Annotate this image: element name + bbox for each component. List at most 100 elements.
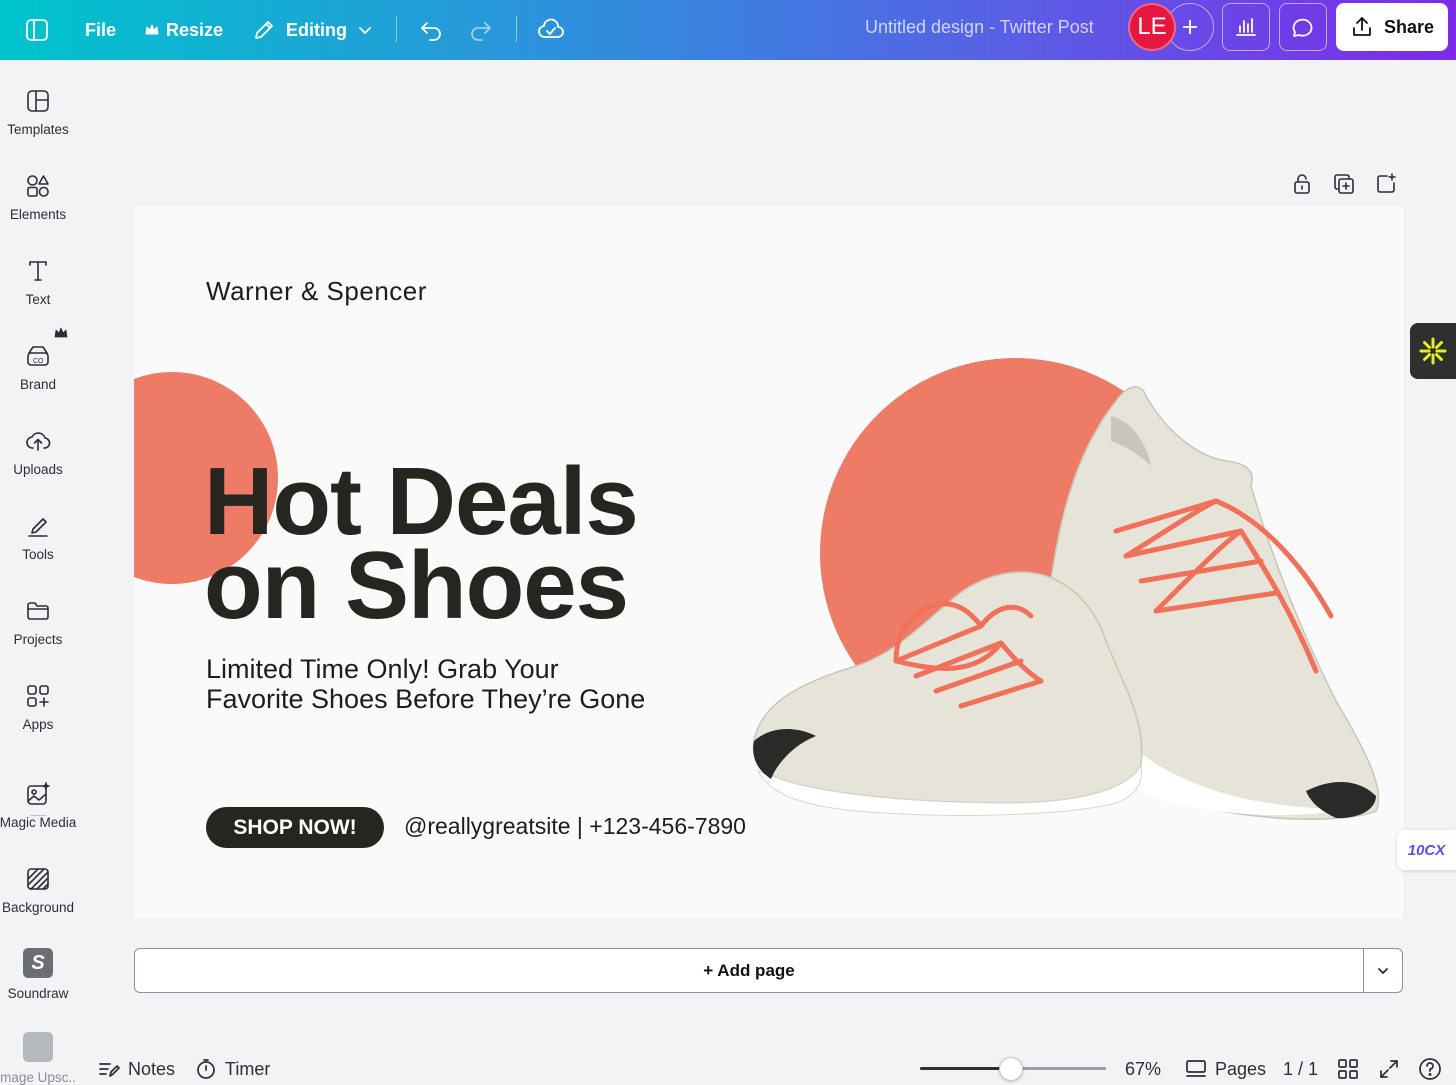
insights-button[interactable] xyxy=(1222,3,1270,51)
sidebar-item-text[interactable]: Text xyxy=(0,258,76,307)
sidebar-item-label: Uploads xyxy=(13,462,63,477)
sidebar-item-brand[interactable]: CO Brand xyxy=(0,327,76,392)
shop-now-button[interactable]: SHOP NOW! xyxy=(206,807,384,848)
assistant-widget[interactable] xyxy=(1410,323,1456,379)
resize-button[interactable]: Resize xyxy=(144,0,223,60)
redo-icon xyxy=(471,22,491,41)
duplicate-page-icon[interactable] xyxy=(1332,172,1356,196)
plus-icon xyxy=(1183,20,1197,34)
subline-text[interactable]: Limited Time Only! Grab Your Favorite Sh… xyxy=(206,654,646,714)
uploads-icon xyxy=(26,432,51,451)
sidebar-item-label: Tools xyxy=(22,547,54,562)
redo-button[interactable] xyxy=(468,0,494,60)
sidebar-item-label: Brand xyxy=(19,377,57,392)
crown-icon xyxy=(54,327,68,338)
share-button[interactable]: Share xyxy=(1336,3,1448,51)
add-page-button[interactable]: + Add page xyxy=(134,948,1364,993)
sidebar-item-uploads[interactable]: Uploads xyxy=(0,428,76,477)
sidebar-item-templates[interactable]: Templates xyxy=(0,88,76,137)
page-toolbar xyxy=(1290,172,1398,196)
extension-widget[interactable]: 10CX xyxy=(1397,830,1456,870)
sidebar-item-label: Soundraw xyxy=(7,986,69,1001)
document-title[interactable]: Untitled design - Twitter Post xyxy=(865,17,1094,38)
contact-text[interactable]: @reallygreatsite | +123-456-7890 xyxy=(404,813,746,840)
sidebar-item-label: Elements xyxy=(9,207,67,222)
notes-icon xyxy=(99,1063,120,1077)
cloud-check-icon xyxy=(538,18,564,38)
sidebar-item-projects[interactable]: Projects xyxy=(0,598,76,647)
grid-view-icon xyxy=(1338,1059,1358,1079)
notes-label: Notes xyxy=(128,1058,176,1079)
top-toolbar: File Resize Editing Untitled design - Tw… xyxy=(0,0,1456,60)
sidebar-item-soundraw[interactable]: S Soundraw xyxy=(0,948,76,1001)
grid-view-button[interactable] xyxy=(1337,1057,1359,1081)
magic-media-icon xyxy=(27,781,51,805)
sidebar-item-image-upscaler[interactable]: Image Upsc... xyxy=(0,1032,76,1085)
timer-label: Timer xyxy=(225,1058,271,1079)
sparkle-icon xyxy=(1419,337,1447,365)
sneakers-image[interactable] xyxy=(746,371,1396,841)
sidebar-item-label: Image Upsc... xyxy=(0,1070,76,1085)
pages-label: Pages xyxy=(1215,1058,1267,1079)
undo-button[interactable] xyxy=(418,0,444,60)
image-upscaler-icon xyxy=(23,1032,53,1062)
sidebar-item-label: Projects xyxy=(13,632,63,647)
editing-mode-dropdown[interactable]: Editing xyxy=(252,0,373,60)
editing-label: Editing xyxy=(286,19,347,40)
zoom-slider-thumb[interactable] xyxy=(999,1057,1024,1081)
elements-icon xyxy=(27,175,49,197)
cloud-save-status[interactable] xyxy=(537,0,565,60)
crown-icon xyxy=(145,24,159,35)
timer-button[interactable]: Timer xyxy=(195,1057,270,1081)
chevron-down-icon xyxy=(359,27,371,34)
templates-icon xyxy=(27,90,49,112)
text-icon xyxy=(29,261,47,281)
pages-icon xyxy=(1186,1060,1206,1077)
brand-name-text[interactable]: Warner & Spencer xyxy=(206,276,427,307)
zoom-level[interactable]: 67% xyxy=(1125,1057,1161,1081)
left-sidebar: Templates Elements Text CO Brand Uploads… xyxy=(0,60,76,1085)
help-button[interactable] xyxy=(1418,1057,1442,1081)
comments-button[interactable] xyxy=(1279,3,1327,51)
add-page-icon[interactable] xyxy=(1374,172,1398,196)
page-count: 1 / 1 xyxy=(1283,1058,1319,1079)
sidebar-item-label: Apps xyxy=(22,717,54,732)
share-label: Share xyxy=(1383,16,1435,37)
front-shoe xyxy=(752,571,1143,816)
sidebar-item-elements[interactable]: Elements xyxy=(0,173,76,222)
sidebar-item-label: Magic Media xyxy=(0,815,77,830)
resize-label: Resize xyxy=(166,19,224,40)
tools-icon xyxy=(28,518,48,537)
sidebar-item-background[interactable]: Background xyxy=(0,866,76,915)
lock-icon[interactable] xyxy=(1290,172,1314,196)
sidebar-item-apps[interactable]: Apps xyxy=(0,683,76,732)
sidebar-item-tools[interactable]: Tools xyxy=(0,513,76,562)
fullscreen-icon xyxy=(1380,1060,1398,1078)
sidebar-item-label: Text xyxy=(25,292,51,307)
pages-button[interactable]: Pages xyxy=(1185,1057,1266,1081)
notes-button[interactable]: Notes xyxy=(98,1057,175,1081)
sidebar-item-magic-media[interactable]: Magic Media xyxy=(0,781,76,830)
folder-icon xyxy=(27,602,49,620)
timer-icon xyxy=(197,1059,215,1079)
headline-line-2: on Shoes xyxy=(204,532,629,639)
sidebar-item-label: Background xyxy=(1,900,75,915)
background-icon xyxy=(27,868,49,890)
undo-icon xyxy=(421,22,441,41)
toolbar-divider xyxy=(516,16,517,42)
headline-text[interactable]: Hot Deals on Shoes xyxy=(204,454,639,639)
pencil-icon xyxy=(255,21,273,39)
file-menu-button[interactable]: File xyxy=(85,0,116,60)
fullscreen-button[interactable] xyxy=(1378,1057,1400,1081)
zoom-slider-fill xyxy=(920,1067,1012,1070)
svg-text:CO: CO xyxy=(33,358,44,365)
brand-icon: CO xyxy=(27,346,49,366)
toolbar-divider xyxy=(396,16,397,42)
chevron-down-icon xyxy=(1378,967,1388,974)
side-panel-toggle-icon[interactable] xyxy=(24,0,50,60)
share-upload-icon xyxy=(1353,17,1371,36)
user-avatar[interactable]: LE xyxy=(1128,3,1176,51)
help-icon xyxy=(1419,1058,1441,1080)
design-canvas[interactable]: Warner & Spencer Hot Deals on Shoes Limi… xyxy=(134,206,1403,919)
add-page-options-button[interactable] xyxy=(1363,948,1403,993)
